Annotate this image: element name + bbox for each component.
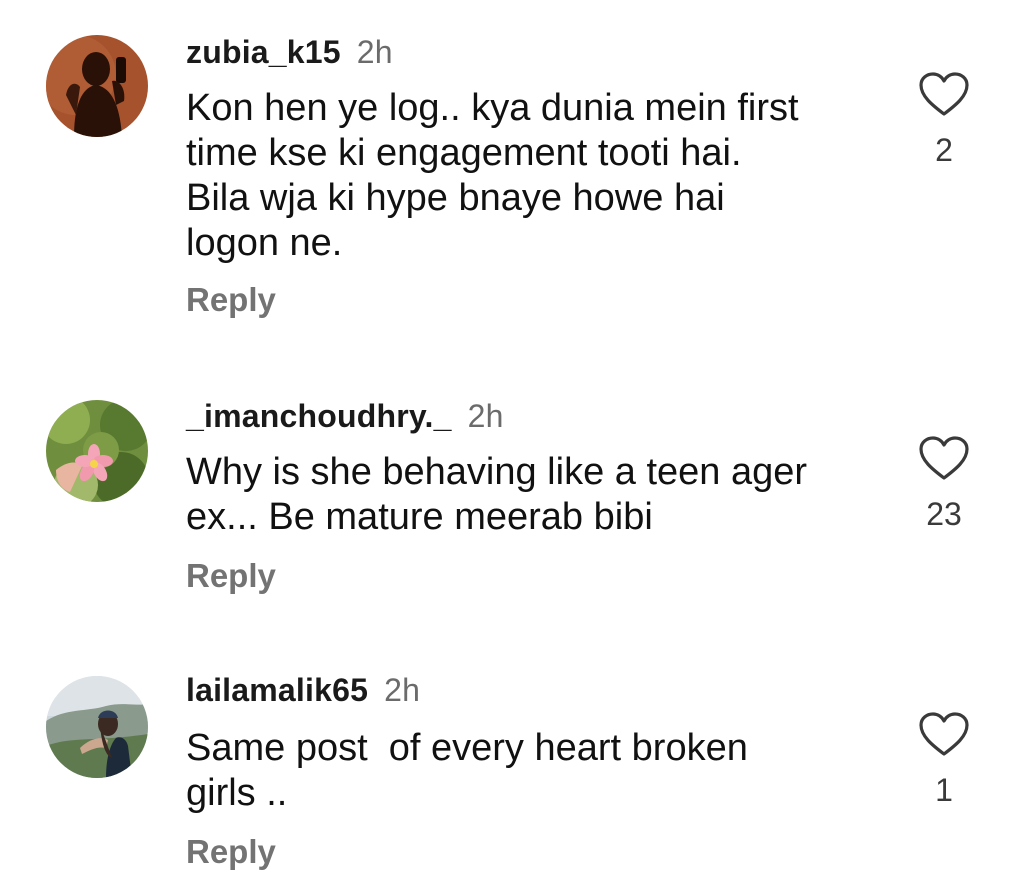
- comment-text: Same post of every heart broken girls ..: [186, 727, 748, 814]
- username[interactable]: lailamalik65 2h: [186, 672, 420, 709]
- like-count: 1: [935, 772, 953, 808]
- username-text[interactable]: zubia_k15: [186, 34, 341, 70]
- reply-button[interactable]: Reply: [186, 557, 276, 595]
- username-text[interactable]: _imanchoudhry._: [186, 398, 452, 434]
- like-count: 2: [935, 132, 953, 168]
- timestamp: 2h: [356, 34, 393, 70]
- silhouette-avatar-icon: [46, 35, 148, 137]
- landscape-avatar-icon: [46, 676, 148, 778]
- heart-icon: [919, 72, 969, 116]
- like-button[interactable]: [918, 435, 970, 481]
- timestamp: 2h: [467, 398, 504, 434]
- like-count: 23: [926, 496, 962, 532]
- reply-button[interactable]: Reply: [186, 833, 276, 871]
- reply-button[interactable]: Reply: [186, 281, 276, 319]
- avatar[interactable]: [46, 400, 148, 502]
- username[interactable]: _imanchoudhry._ 2h: [186, 398, 504, 435]
- username-text[interactable]: lailamalik65: [186, 672, 368, 708]
- comment-text: Why is she behaving like a teen ager ex.…: [186, 451, 808, 538]
- username[interactable]: zubia_k15 2h: [186, 34, 393, 71]
- avatar[interactable]: [46, 35, 148, 137]
- heart-icon: [919, 712, 969, 756]
- like-button[interactable]: [918, 71, 970, 117]
- heart-icon: [919, 436, 969, 480]
- timestamp: 2h: [384, 672, 421, 708]
- comment-text: Kon hen ye log.. kya dunia mein first ti…: [186, 87, 799, 264]
- flower-avatar-icon: [46, 400, 148, 502]
- avatar[interactable]: [46, 676, 148, 778]
- like-button[interactable]: [918, 711, 970, 757]
